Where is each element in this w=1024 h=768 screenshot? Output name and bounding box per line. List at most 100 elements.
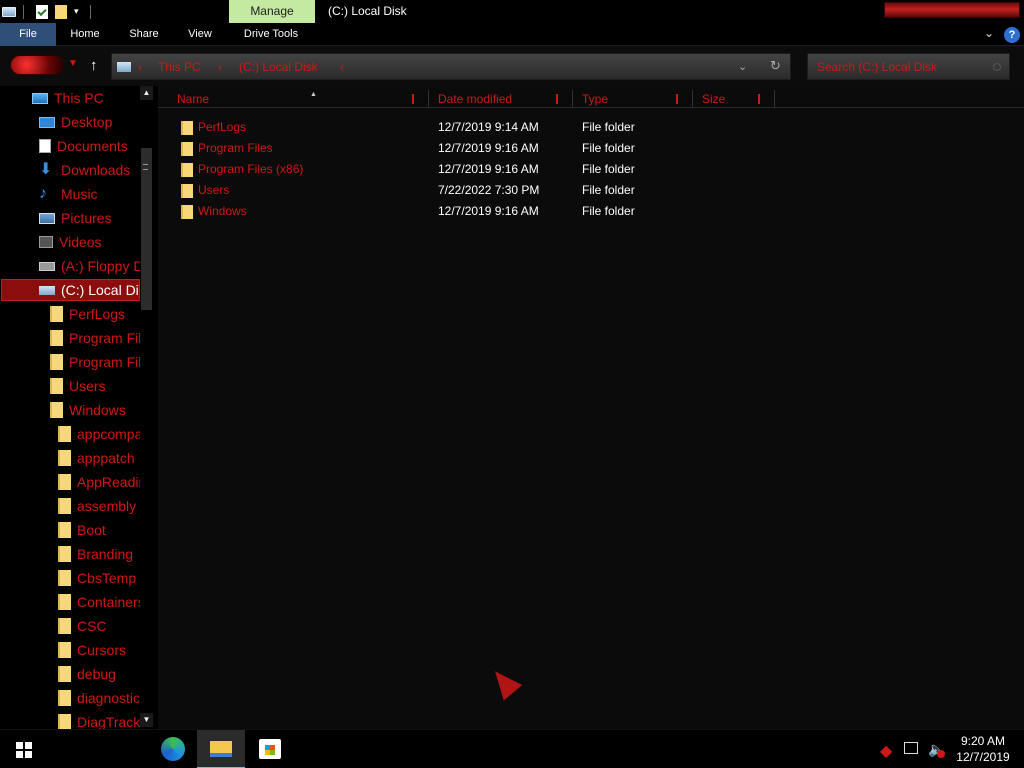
recent-locations-chevron-icon[interactable]: ▼: [68, 58, 78, 69]
folder-icon: [50, 402, 63, 418]
file-name[interactable]: Users: [198, 183, 229, 197]
scroll-up-arrow-icon[interactable]: ▲: [140, 86, 153, 100]
nav-item[interactable]: Boot: [58, 519, 140, 541]
file-name[interactable]: Program Files: [198, 141, 273, 155]
new-folder-icon[interactable]: [55, 4, 67, 19]
file-row[interactable]: Program Files 12/7/2019 9:16 AM File folde…: [158, 138, 1024, 159]
manage-tab[interactable]: Manage: [229, 0, 315, 23]
file-name[interactable]: Program Files (x86): [198, 162, 303, 176]
nav-item-label: (A:) Floppy D: [61, 258, 140, 274]
tab-file[interactable]: File: [0, 23, 56, 46]
breadcrumb-separator-icon[interactable]: ‹: [218, 60, 222, 74]
search-box[interactable]: Search (C:) Local Disk: [807, 53, 1010, 80]
clock-date[interactable]: 12/7/2019: [950, 750, 1016, 764]
nav-item[interactable]: Program File: [50, 351, 140, 373]
nav-item[interactable]: Users: [50, 375, 140, 397]
nav-item[interactable]: DiagTrack: [58, 711, 140, 729]
drive-icon[interactable]: [2, 6, 16, 17]
column-header-date-modified[interactable]: Date modified: [432, 90, 573, 108]
tab-view[interactable]: View: [188, 23, 212, 46]
tab-home[interactable]: Home: [70, 23, 100, 46]
nav-item[interactable]: CbsTemp: [58, 567, 140, 589]
breadcrumb-this-pc[interactable]: This PC: [158, 60, 201, 74]
desktop-icon: [39, 116, 55, 128]
folder-icon: [181, 205, 193, 219]
breadcrumb-local-disk[interactable]: (C:) Local Disk: [239, 60, 318, 74]
file-name[interactable]: PerfLogs: [198, 120, 246, 134]
nav-item[interactable]: Documents: [39, 135, 140, 157]
file-row[interactable]: PerfLogs 12/7/2019 9:14 AM File folder: [158, 117, 1024, 138]
toolbar-divider: [23, 4, 24, 19]
breadcrumb-separator-icon[interactable]: ‹: [138, 60, 142, 74]
floppy-drive-icon: [39, 261, 55, 271]
clock-time[interactable]: 9:20 AM: [950, 734, 1016, 748]
window-controls[interactable]: [884, 2, 1020, 18]
up-arrow-icon[interactable]: ↑: [90, 57, 98, 74]
msi-dragon-icon[interactable]: ◆: [880, 741, 892, 761]
customize-toolbar-chevron-icon[interactable]: ▾: [74, 6, 84, 17]
nav-item[interactable]: AppReadin: [58, 471, 140, 493]
file-explorer-taskbar-button[interactable]: [197, 730, 245, 768]
search-input[interactable]: Search (C:) Local Disk: [817, 60, 937, 74]
refresh-icon[interactable]: ↻: [770, 58, 781, 74]
column-dropdown-icon[interactable]: [676, 94, 678, 104]
breadcrumb-separator-icon[interactable]: ‹: [340, 60, 344, 74]
file-row[interactable]: Program Files (x86) 12/7/2019 9:16 AM File…: [158, 159, 1024, 180]
search-icon: [993, 63, 1001, 71]
nav-item[interactable]: Containers: [58, 591, 140, 613]
nav-item[interactable]: PerfLogs: [50, 303, 140, 325]
nav-pane-scrollbar[interactable]: ▲ ▼: [140, 86, 153, 729]
scroll-down-arrow-icon[interactable]: ▼: [140, 713, 153, 727]
back-forward-buttons[interactable]: [10, 55, 64, 75]
nav-item-label: Music: [61, 186, 98, 202]
folder-icon: [58, 714, 71, 729]
address-dropdown-chevron-icon[interactable]: ⌄: [738, 60, 747, 73]
network-icon[interactable]: [904, 742, 918, 754]
nav-item[interactable]: This PC: [32, 87, 140, 109]
nav-item[interactable]: Videos: [39, 231, 140, 253]
nav-item-label: AppReadin: [77, 474, 140, 490]
help-icon[interactable]: ?: [1004, 27, 1020, 43]
nav-item[interactable]: Windows: [50, 399, 140, 421]
column-header-name[interactable]: Name ▲: [171, 90, 429, 108]
nav-item[interactable]: Desktop: [39, 111, 140, 133]
address-bar[interactable]: ‹ This PC ‹ (C:) Local Disk ‹ ⌄ ↻: [111, 53, 791, 80]
nav-item[interactable]: Pictures: [39, 207, 140, 229]
nav-item[interactable]: diagnostics: [58, 687, 140, 709]
scrollbar-thumb[interactable]: [141, 148, 152, 310]
start-windows-icon[interactable]: [16, 742, 32, 758]
nav-item[interactable]: Branding: [58, 543, 140, 565]
nav-item-label: Containers: [77, 594, 140, 610]
tab-share[interactable]: Share: [129, 23, 159, 46]
file-row[interactable]: Windows 12/7/2019 9:16 AM File folder: [158, 201, 1024, 222]
nav-item-label: Downloads: [61, 162, 131, 178]
column-label: Date modified: [438, 92, 513, 106]
nav-item[interactable]: (C:) Local Dis: [1, 279, 140, 301]
properties-icon[interactable]: [36, 4, 48, 19]
nav-item[interactable]: appcompat: [58, 423, 140, 445]
column-header-size[interactable]: Size: [696, 90, 775, 108]
column-dropdown-icon[interactable]: [556, 94, 558, 104]
store-icon[interactable]: [259, 739, 281, 759]
edge-icon[interactable]: [161, 737, 185, 761]
nav-item[interactable]: CSC: [58, 615, 140, 637]
nav-item[interactable]: ⬇ Downloads: [39, 159, 140, 181]
nav-item[interactable]: apppatch: [58, 447, 140, 469]
column-header-type[interactable]: Type: [576, 90, 693, 108]
file-name[interactable]: Windows: [198, 204, 247, 218]
nav-item[interactable]: assembly: [58, 495, 140, 517]
column-dropdown-icon[interactable]: [412, 94, 414, 104]
nav-item[interactable]: Cursors: [58, 639, 140, 661]
tab-drive-tools[interactable]: Drive Tools: [243, 23, 299, 46]
file-row[interactable]: Users 7/22/2022 7:30 PM File folder: [158, 180, 1024, 201]
folder-icon: [58, 450, 71, 466]
nav-item[interactable]: Program File: [50, 327, 140, 349]
nav-item[interactable]: (A:) Floppy D: [39, 255, 140, 277]
column-dropdown-icon[interactable]: [758, 94, 760, 104]
expand-ribbon-chevron-icon[interactable]: ⌄: [984, 26, 994, 40]
nav-item[interactable]: debug: [58, 663, 140, 685]
file-date-modified: 7/22/2022 7:30 PM: [438, 183, 540, 197]
file-type: File folder: [582, 120, 635, 134]
nav-item[interactable]: ♪ Music: [39, 183, 140, 205]
nav-item-label: debug: [77, 666, 116, 682]
